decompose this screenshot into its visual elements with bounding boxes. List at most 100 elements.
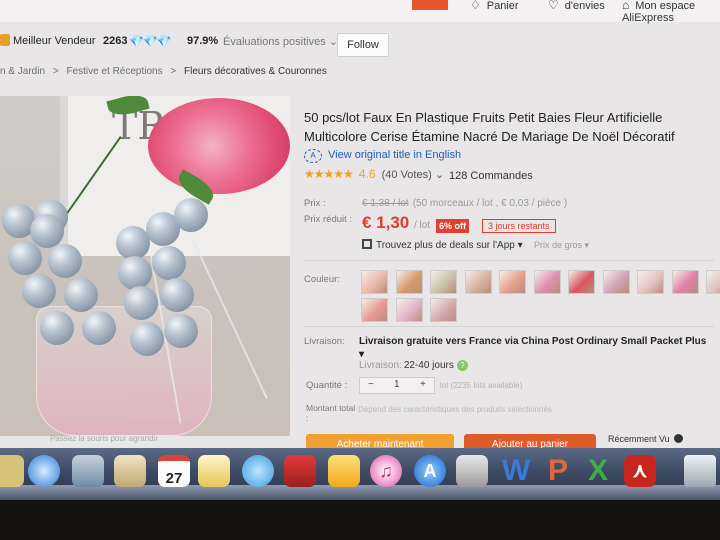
minus-button[interactable]: − <box>368 379 374 390</box>
shipping-label: Livraison: <box>304 336 345 347</box>
seller-badge-label: Meilleur Vendeur <box>13 35 96 47</box>
rating-value: 4.6 <box>358 167 376 181</box>
notes-icon[interactable] <box>114 455 146 487</box>
user-icon: ⌂ <box>622 0 630 12</box>
recently-viewed-label: Récemment Vu <box>608 434 670 444</box>
delivery-label: Livraison: <box>359 360 402 371</box>
shipping-method[interactable]: Livraison gratuite vers France via China… <box>359 335 709 361</box>
color-swatch[interactable] <box>464 270 492 294</box>
orders-count: 128 Commandes <box>449 170 533 182</box>
wishlist-link[interactable]: ♡ d'envies <box>548 0 605 12</box>
delivery-days: 22-40 jours <box>403 360 454 371</box>
chevron-icon <box>673 434 683 443</box>
cart-icon: ♢ <box>470 0 481 12</box>
zoom-hint: Passez la souris pour agrandir <box>50 434 159 443</box>
breadcrumb-separator: > <box>52 66 59 77</box>
old-price-detail: (50 morceaux / lot , € 0,03 / pièce ) <box>412 198 568 209</box>
color-swatch[interactable] <box>602 270 630 294</box>
color-swatch[interactable] <box>361 298 388 322</box>
heart-icon: ♡ <box>548 0 559 12</box>
view-original-label: View original title in English <box>328 149 462 161</box>
recently-viewed-toggle[interactable]: Récemment Vu <box>608 434 683 444</box>
product-title: 50 pcs/lot Faux En Plastique Fruits Peti… <box>304 110 675 144</box>
color-swatch[interactable] <box>499 270 526 294</box>
diamond-icons: 💎💎💎 <box>129 34 172 48</box>
feedback-link[interactable]: Évaluations positives ⌄ <box>223 35 338 48</box>
color-swatch[interactable] <box>637 270 664 294</box>
caret-down-icon: ▾ <box>584 240 590 250</box>
color-swatch[interactable] <box>671 270 699 294</box>
product-photo[interactable]: TR <box>0 96 290 436</box>
pearl-image <box>30 214 64 248</box>
color-swatch[interactable] <box>706 270 720 294</box>
rating-row[interactable]: ★★★★★ 4.6 (40 Votes) ⌄ <box>304 167 444 181</box>
safari-icon[interactable] <box>28 455 60 487</box>
qr-code-icon <box>362 239 372 249</box>
finder-icon[interactable] <box>0 455 24 487</box>
breadcrumb: n & Jardin > Festive et Réceptions > Fle… <box>0 66 332 77</box>
calendar-icon[interactable]: 27 <box>158 455 190 487</box>
help-icon[interactable]: ? <box>456 360 468 371</box>
color-swatch[interactable] <box>430 270 457 294</box>
color-swatch[interactable] <box>430 298 457 322</box>
chevron-down-icon: ⌄ <box>434 169 445 181</box>
wholesale-label: Prix de gros <box>534 240 583 250</box>
color-swatch[interactable] <box>568 270 595 294</box>
quantity-stepper[interactable]: − 1 + <box>359 377 435 394</box>
itunes-icon[interactable]: ♫ <box>370 455 402 487</box>
per-lot-label: / lot <box>414 220 431 231</box>
pearl-image <box>8 241 42 275</box>
system-preferences-icon[interactable] <box>456 455 488 487</box>
app-store-icon[interactable]: A <box>414 455 446 487</box>
view-original-link[interactable]: A View original title in English <box>304 149 461 163</box>
app-deals-link[interactable]: Trouvez plus de deals sur l'App ▾ <box>362 239 523 251</box>
votes-count: (40 Votes) <box>381 169 432 181</box>
shipping-method-label: Livraison gratuite vers France via China… <box>359 336 707 347</box>
trash-icon[interactable] <box>684 455 716 487</box>
powerpoint-icon[interactable]: P <box>542 455 574 487</box>
breadcrumb-item[interactable]: Fleurs décoratives & Couronnes <box>184 66 327 77</box>
caret-down-icon: ▾ <box>517 240 523 251</box>
plus-button[interactable]: + <box>420 379 426 390</box>
search-button[interactable] <box>412 0 448 10</box>
quantity-label: Quantité : <box>306 380 348 391</box>
breadcrumb-item[interactable]: n & Jardin <box>0 66 45 77</box>
cart-link[interactable]: ♢ Panier <box>470 0 519 12</box>
rose-image <box>148 98 290 194</box>
account-link[interactable]: ⌂ Mon espace AliExpress <box>622 0 720 24</box>
breadcrumb-item[interactable]: Festive et Réceptions <box>66 66 162 77</box>
account-label: Mon espace AliExpress <box>622 0 696 24</box>
follow-button[interactable]: Follow <box>337 33 389 57</box>
medal-icon <box>0 34 10 46</box>
delivery-time: Livraison: 22-40 jours? <box>359 360 468 371</box>
wholesale-link[interactable]: Prix de gros ▾ <box>534 240 589 251</box>
app-deals-label: Trouvez plus de deals sur l'App <box>376 240 515 251</box>
color-swatch[interactable] <box>395 270 423 294</box>
preview-icon[interactable] <box>72 455 104 487</box>
browser-screen: ♢ Panier ♡ d'envies ⌂ Mon espace AliExpress… <box>0 0 720 500</box>
quantity-value[interactable]: 1 <box>394 379 400 390</box>
discount-label: Prix réduit : <box>304 214 353 225</box>
messages-icon[interactable] <box>242 455 274 487</box>
color-swatch[interactable] <box>395 298 423 322</box>
color-swatch[interactable] <box>533 270 561 294</box>
pearl-image <box>124 286 158 320</box>
pearl-image <box>152 246 186 280</box>
pearl-image <box>64 278 98 312</box>
word-icon[interactable]: W <box>500 455 532 487</box>
excel-icon[interactable]: X <box>582 455 614 487</box>
pearl-image <box>164 314 198 348</box>
pearl-image <box>22 274 56 308</box>
breadcrumb-separator: > <box>170 66 177 77</box>
ibooks-icon[interactable] <box>328 455 360 487</box>
acrobat-icon[interactable]: ⋏ <box>624 455 656 487</box>
pearl-image <box>130 322 164 356</box>
price-label: Prix : <box>304 198 326 209</box>
color-swatch[interactable] <box>361 270 388 294</box>
old-price: € 1,38 / lot (50 morceaux / lot , € 0,03 … <box>362 198 567 209</box>
divider <box>304 260 714 261</box>
dock-shelf <box>0 485 720 500</box>
photo-booth-icon[interactable] <box>284 455 316 487</box>
photos-icon[interactable] <box>198 455 230 487</box>
seller-score: 2263 <box>103 35 128 47</box>
